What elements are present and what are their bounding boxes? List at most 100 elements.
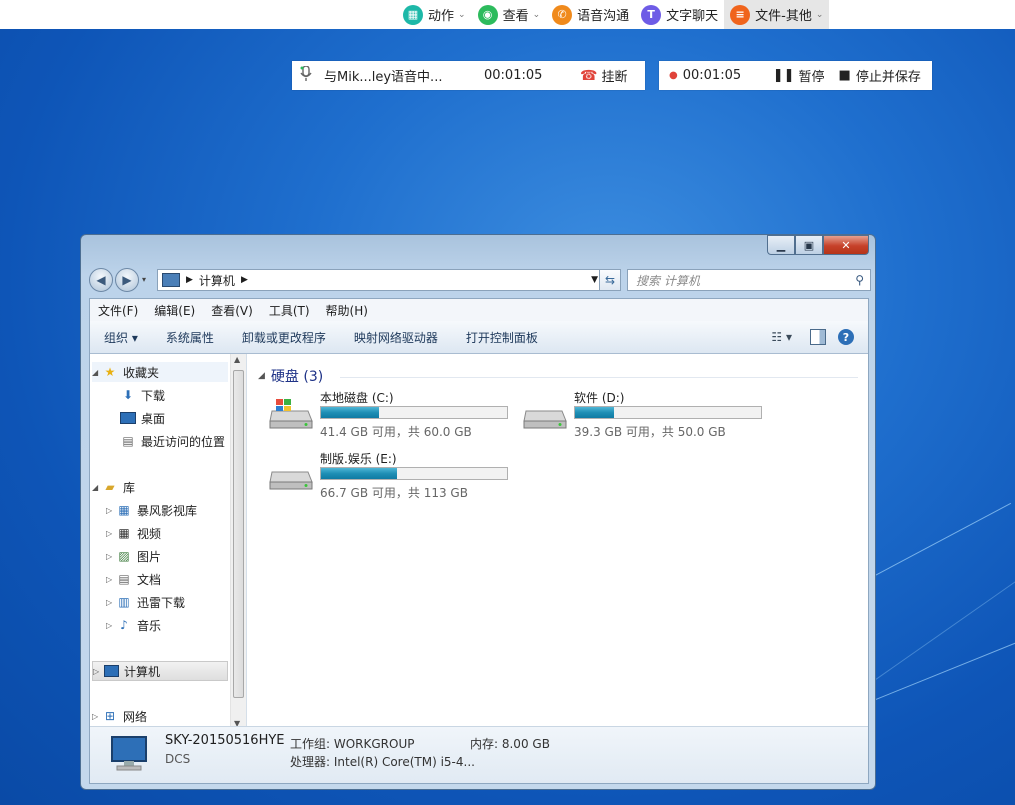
- search-box[interactable]: 搜索 计算机 ⚲: [627, 269, 871, 291]
- expand-arrow-icon: ▷: [93, 666, 100, 676]
- drive-name: 软件 (D:): [574, 391, 625, 405]
- open-control-panel-button[interactable]: 打开控制面板: [452, 329, 552, 346]
- address-bar[interactable]: ▶ 计算机 ▶ ▼: [157, 269, 605, 291]
- toolbar-action-menu[interactable]: ▦ 动作 ⌄: [397, 0, 472, 29]
- recent-pages-dropdown[interactable]: ▾: [142, 275, 146, 284]
- star-icon: ★: [104, 365, 116, 379]
- call-title: 与Mik...ley语音中...: [324, 70, 443, 85]
- system-properties-button[interactable]: 系统属性: [152, 329, 228, 346]
- scrollbar-thumb[interactable]: [233, 370, 244, 698]
- toolbar-voice-button[interactable]: ✆ 语音沟通: [546, 0, 635, 29]
- download-folder-icon: ⬇: [122, 388, 134, 402]
- refresh-button[interactable]: ⇆: [599, 269, 621, 291]
- explorer-body: 文件(F) 编辑(E) 查看(V) 工具(T) 帮助(H) 组织 ▾ 系统属性 …: [89, 298, 869, 784]
- search-icon[interactable]: ⚲: [855, 273, 864, 287]
- command-bar: 组织 ▾ 系统属性 卸载或更改程序 映射网络驱动器 打开控制面板 ☷ ▾ ?: [90, 321, 868, 354]
- expand-arrow-icon: ▷: [106, 620, 113, 630]
- address-dropdown-icon[interactable]: ▼: [591, 275, 598, 285]
- menu-help[interactable]: 帮助(H): [318, 302, 376, 319]
- tree-computer[interactable]: ▷ 计算机: [92, 661, 228, 681]
- drive-space-info: 41.4 GB 可用，共 60.0 GB: [320, 425, 472, 439]
- hard-drive-icon: [522, 397, 568, 431]
- nav-scrollbar[interactable]: ▲ ▼: [230, 354, 246, 729]
- details-pane: SKY-20150516HYE DCS 工作组: WORKGROUP 内存: 8…: [90, 726, 868, 783]
- drive-c[interactable]: 本地磁盘 (C:) 41.4 GB 可用，共 60.0 GB: [268, 389, 513, 445]
- toolbar-text-chat-button[interactable]: T 文字聊天: [635, 0, 724, 29]
- collapse-arrow-icon: ◢: [92, 367, 99, 377]
- tree-item-baofeng[interactable]: ▷ ▦ 暴风影视库: [106, 500, 197, 520]
- chevron-down-icon: ⌄: [532, 9, 541, 20]
- recording-bar: ● 00:01:05 ❚❚ 暂停 ■ 停止并保存: [659, 61, 932, 90]
- breadcrumb-separator-icon: ▶: [240, 275, 248, 285]
- tree-item-documents[interactable]: ▷ ▤ 文档: [106, 569, 161, 589]
- stop-icon: ■: [838, 68, 851, 83]
- network-icon: ⊞: [104, 709, 116, 723]
- drive-usage-bar: [320, 406, 508, 419]
- back-arrow-icon: ◀: [96, 273, 106, 287]
- tree-library[interactable]: ◢ ▰ 库: [92, 477, 135, 497]
- hangup-button[interactable]: ☎ 挂断: [580, 66, 627, 86]
- forward-button[interactable]: ▶: [115, 268, 139, 292]
- recording-duration: 00:01:05: [682, 68, 742, 83]
- uninstall-program-button[interactable]: 卸载或更改程序: [228, 329, 340, 346]
- download-library-icon: ▥: [118, 595, 130, 609]
- drive-usage-bar: [574, 406, 762, 419]
- organize-button[interactable]: 组织 ▾: [90, 329, 152, 346]
- drive-usage-fill: [321, 407, 379, 418]
- toolbar-file-menu[interactable]: ≡ 文件-其他 ⌄: [724, 0, 830, 29]
- breadcrumb-computer[interactable]: 计算机: [199, 272, 235, 289]
- file-icon: ≡: [730, 4, 751, 25]
- record-dot-icon: ●: [669, 70, 678, 81]
- maximize-button[interactable]: ▣: [795, 235, 823, 255]
- stop-save-button[interactable]: ■ 停止并保存: [839, 66, 921, 85]
- drive-name: 制版.娱乐 (E:): [320, 452, 397, 466]
- menu-file[interactable]: 文件(F): [90, 302, 146, 319]
- content-pane: ◢ 硬盘 (3) 本地磁盘 (C:) 41.4 GB 可用，共 60.0 GB …: [250, 354, 868, 729]
- menu-tools[interactable]: 工具(T): [261, 302, 318, 319]
- menu-edit[interactable]: 编辑(E): [146, 302, 203, 319]
- memory-info: 内存: 8.00 GB: [470, 737, 550, 751]
- computer-icon: [162, 273, 180, 287]
- map-network-drive-button[interactable]: 映射网络驱动器: [340, 329, 452, 346]
- scroll-up-icon[interactable]: ▲: [234, 355, 240, 364]
- minimize-button[interactable]: ▁: [767, 235, 795, 255]
- expand-arrow-icon: ▷: [106, 551, 113, 561]
- tree-item-pictures[interactable]: ▷ ▨ 图片: [106, 546, 161, 566]
- explorer-window: ▁ ▣ ✕ ◀ ▶ ▾ ▶ 计算机 ▶ ▼ ⇆ 搜索 计算机 ⚲ 文件(F) 编…: [80, 234, 876, 790]
- tree-item-downloads[interactable]: ⬇ 下载: [120, 385, 165, 405]
- group-header-hard-drives[interactable]: ◢ 硬盘 (3): [258, 366, 323, 386]
- preview-pane-icon[interactable]: [810, 329, 826, 345]
- music-icon: ♪: [120, 618, 128, 632]
- tree-item-recent[interactable]: ▤ 最近访问的位置: [120, 431, 225, 451]
- refresh-icon: ⇆: [604, 273, 616, 287]
- tree-favorites[interactable]: ◢ ★ 收藏夹: [92, 362, 228, 382]
- drive-d[interactable]: 软件 (D:) 39.3 GB 可用，共 50.0 GB: [522, 389, 767, 445]
- group-divider: [340, 377, 858, 378]
- close-button[interactable]: ✕: [823, 235, 869, 255]
- drive-usage-fill: [321, 468, 398, 479]
- recent-places-icon: ▤: [122, 434, 134, 448]
- tree-item-xunlei[interactable]: ▷ ▥ 迅雷下载: [106, 592, 185, 612]
- tree-item-desktop[interactable]: 桌面: [120, 408, 165, 428]
- expand-arrow-icon: ▷: [106, 528, 113, 538]
- help-icon[interactable]: ?: [838, 329, 854, 345]
- tree-item-music[interactable]: ▷ ♪ 音乐: [106, 615, 161, 635]
- back-button[interactable]: ◀: [89, 268, 113, 292]
- view-options-icon[interactable]: ☷ ▾: [771, 330, 792, 344]
- tree-network[interactable]: ▷ ⊞ 网络: [92, 706, 147, 726]
- pictures-icon: ▨: [118, 549, 130, 563]
- close-icon: ✕: [841, 238, 851, 252]
- drive-e[interactable]: 制版.娱乐 (E:) 66.7 GB 可用，共 113 GB: [268, 450, 513, 506]
- documents-icon: ▤: [118, 572, 130, 586]
- expand-arrow-icon: ▷: [106, 574, 113, 584]
- tree-item-videos[interactable]: ▷ ▦ 视频: [106, 523, 161, 543]
- menu-view[interactable]: 查看(V): [203, 302, 261, 319]
- toolbar-view-menu[interactable]: ◉ 查看 ⌄: [472, 0, 547, 29]
- navigation-row: ◀ ▶ ▾ ▶ 计算机 ▶ ▼ ⇆ 搜索 计算机 ⚲: [89, 266, 871, 294]
- eye-icon: ◉: [477, 4, 498, 25]
- pause-button[interactable]: ❚❚ 暂停: [773, 66, 825, 85]
- window-controls: ▁ ▣ ✕: [767, 235, 869, 255]
- voice-call-bar: 与Mik...ley语音中... 00:01:05 ☎ 挂断: [292, 61, 645, 90]
- system-drive-icon: [268, 397, 314, 431]
- computer-domain: DCS: [165, 752, 191, 766]
